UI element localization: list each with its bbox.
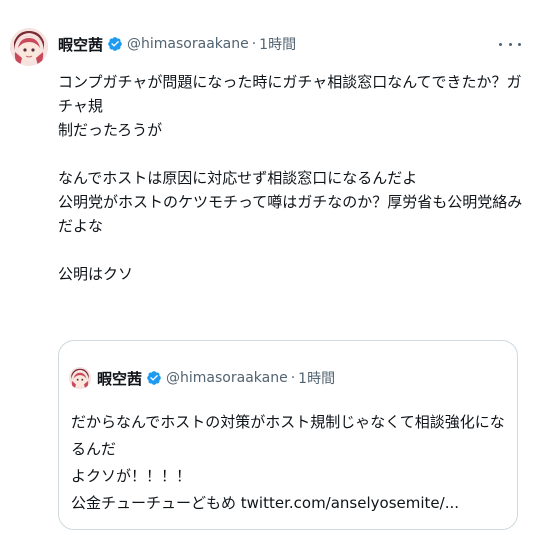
quoted-avatar-image <box>69 367 91 389</box>
author-handle[interactable]: @himasoraakane <box>127 36 249 52</box>
quoted-text-line: だからなんでホストの対策がホスト規制じゃなくて相談強化になるんだ <box>71 413 505 458</box>
quoted-text-segment: 公金チューチューどもめ <box>71 494 241 512</box>
tweet-text-line: 公明党がホストのケツモチって噂はガチなのか？厚労省も公明党絡みだよな <box>58 193 523 235</box>
tweet-text: コンプガチャが問題になった時にガチャ相談窓口なんてできたか？ガチャ規 制だったろ… <box>58 70 523 286</box>
tweet-text-line: 公明はクソ <box>58 265 134 283</box>
quoted-author-handle[interactable]: @himasoraakane <box>166 370 288 386</box>
tweet-header: 暇空茜 @himasoraakane · 1時間 <box>58 33 296 55</box>
separator-dot: · <box>251 36 257 52</box>
tweet-text-line: 制だったろうが <box>58 121 163 139</box>
quoted-link[interactable]: twitter.com/anselyosemite/... <box>241 494 459 512</box>
tweet-text-line: なんでホストは原因に対応せず相談窓口になるんだよ <box>58 169 418 187</box>
tweet: 暇空茜 @himasoraakane · 1時間 コンプガチャが問題になった時に… <box>0 0 535 535</box>
separator-dot: · <box>290 370 296 386</box>
quoted-tweet[interactable]: 暇空茜 @himasoraakane · 1時間 だからなんでホストの対策がホス… <box>58 340 518 530</box>
quoted-author-name[interactable]: 暇空茜 <box>97 368 142 389</box>
quoted-text-line: 公金チューチューどもめ twitter.com/anselyosemite/..… <box>71 490 511 517</box>
verified-badge-icon <box>107 36 123 52</box>
timestamp[interactable]: 1時間 <box>259 34 296 54</box>
more-options-icon[interactable] <box>499 36 521 52</box>
avatar[interactable] <box>10 28 48 66</box>
quoted-text: だからなんでホストの対策がホスト規制じゃなくて相談強化になるんだ よクソが！！！… <box>71 409 511 517</box>
author-name[interactable]: 暇空茜 <box>58 34 103 55</box>
quoted-timestamp[interactable]: 1時間 <box>298 368 335 388</box>
avatar-image <box>10 28 48 66</box>
quoted-header: 暇空茜 @himasoraakane · 1時間 <box>97 367 335 389</box>
quoted-text-line: よクソが！！！！ <box>71 467 192 485</box>
quoted-avatar[interactable] <box>69 367 91 389</box>
verified-badge-icon <box>146 370 162 386</box>
tweet-text-line: コンプガチャが問題になった時にガチャ相談窓口なんてできたか？ガチャ規 <box>58 73 522 115</box>
